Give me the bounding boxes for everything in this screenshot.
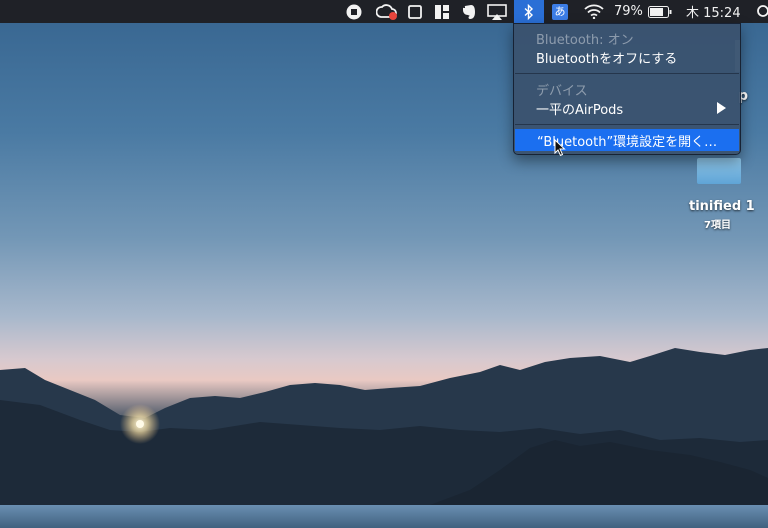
device-label: 一平のAirPods [536,102,624,118]
input-method-icon[interactable]: あ [551,0,569,23]
submenu-arrow-icon [717,102,726,114]
folder-label[interactable]: tinified 1 [689,199,755,214]
folder-item-count: 7項目 [704,220,731,231]
battery-percent: 79% [614,4,643,19]
creative-cloud-icon[interactable] [375,0,399,23]
folder-icon[interactable] [697,158,741,184]
mouse-cursor-icon [554,139,566,157]
screen-record-stop-icon[interactable] [344,0,364,23]
menu-item-device-airpods[interactable]: 一平のAirPods [514,97,740,119]
evernote-icon[interactable] [460,0,478,23]
bluetooth-icon[interactable] [514,0,544,23]
wifi-icon[interactable] [583,0,605,23]
input-method-label: あ [552,3,568,20]
menu-item-bluetooth-off[interactable]: Bluetoothをオフにする [514,46,740,68]
clock-text: 木 15:24 [686,6,741,21]
layout-tile-icon[interactable] [433,0,451,23]
battery-indicator[interactable]: 79% [614,0,674,23]
bluetooth-menu: Bluetooth: オン Bluetoothをオフにする デバイス 一平のAi… [513,23,741,155]
airplay-icon[interactable] [486,0,508,23]
menu-separator [515,73,739,74]
menu-separator [515,124,739,125]
spotlight-search-icon[interactable] [756,0,768,23]
clock[interactable]: 木 15:24 [686,0,746,23]
menu-item-open-bluetooth-prefs[interactable]: “Bluetooth”環境設定を開く… [515,129,739,151]
battery-icon [647,5,672,18]
menu-bar: あ 79% 木 15:24 [0,0,768,23]
window-icon[interactable] [406,0,424,23]
